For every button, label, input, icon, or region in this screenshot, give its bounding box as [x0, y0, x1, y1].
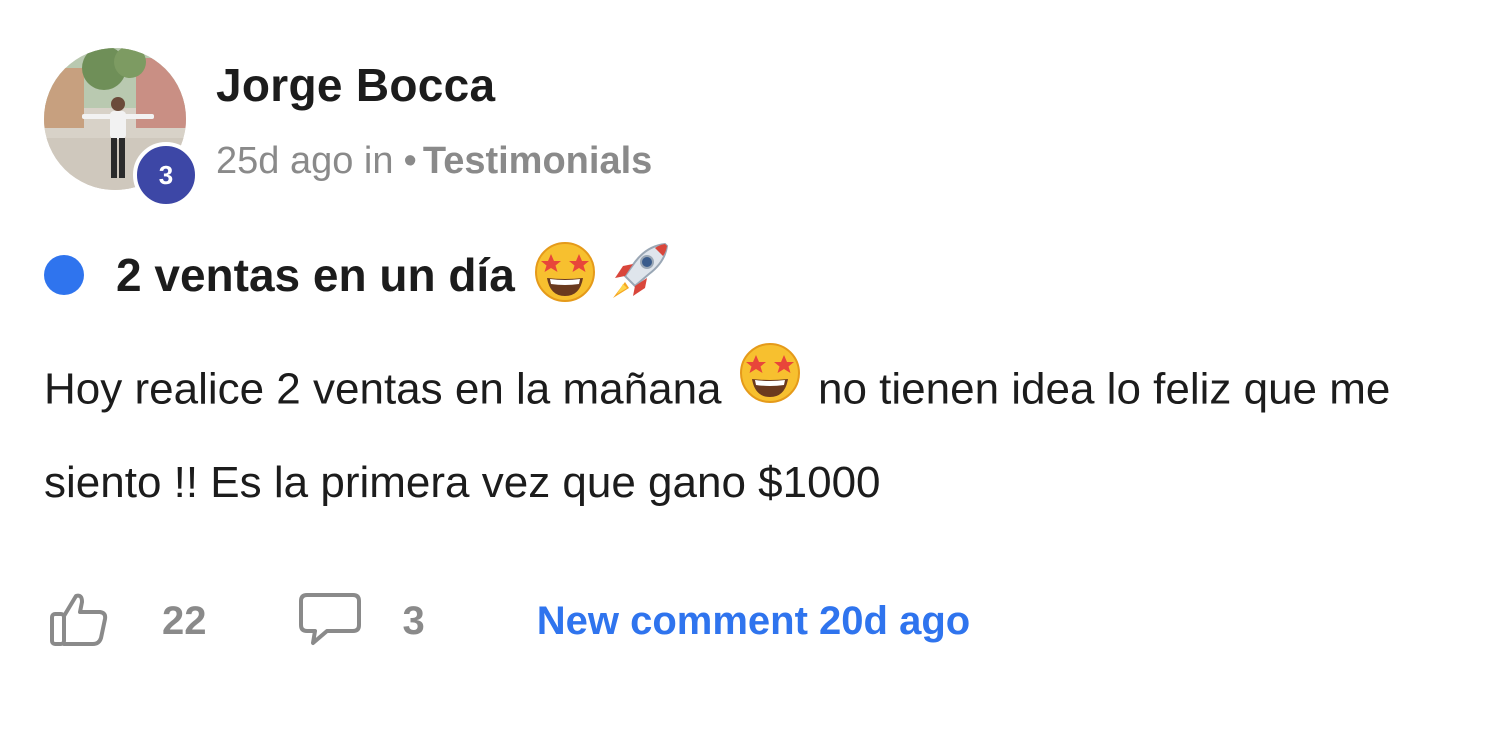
author-avatar-wrap[interactable]: 3: [44, 48, 199, 208]
like-count: 22: [162, 599, 207, 643]
post-meta: 25d ago in • Testimonials: [216, 140, 652, 183]
rocket-emoji-icon: [603, 236, 675, 313]
post-actions: 22 3 New comment 20d ago: [48, 588, 970, 655]
category-link[interactable]: Testimonials: [423, 140, 652, 182]
post-body-text-1: Hoy realice 2 ventas en la mañana: [44, 364, 722, 414]
comment-button[interactable]: 3: [297, 589, 425, 654]
meta-separator: •: [403, 140, 417, 182]
thumbs-up-icon[interactable]: [48, 588, 110, 655]
like-button[interactable]: 22: [48, 588, 207, 655]
star-struck-emoji-icon: [738, 341, 802, 435]
level-badge: 3: [133, 142, 199, 208]
comment-count: 3: [402, 599, 425, 643]
post-title-row[interactable]: 2 ventas en un día: [44, 236, 675, 313]
unread-dot-icon: [44, 254, 84, 295]
new-comment-link[interactable]: New comment 20d ago: [537, 599, 970, 644]
post-time: 25d ago in: [216, 140, 394, 182]
star-struck-emoji-icon: [533, 240, 597, 309]
comment-bubble-icon[interactable]: [297, 589, 363, 654]
author-name[interactable]: Jorge Bocca: [216, 58, 495, 112]
post-body: Hoy realice 2 ventas en la mañana no tie…: [44, 343, 1464, 527]
post-title[interactable]: 2 ventas en un día: [116, 248, 515, 302]
post-card: 3 Jorge Bocca 25d ago in • Testimonials 2 …: [0, 0, 1500, 730]
